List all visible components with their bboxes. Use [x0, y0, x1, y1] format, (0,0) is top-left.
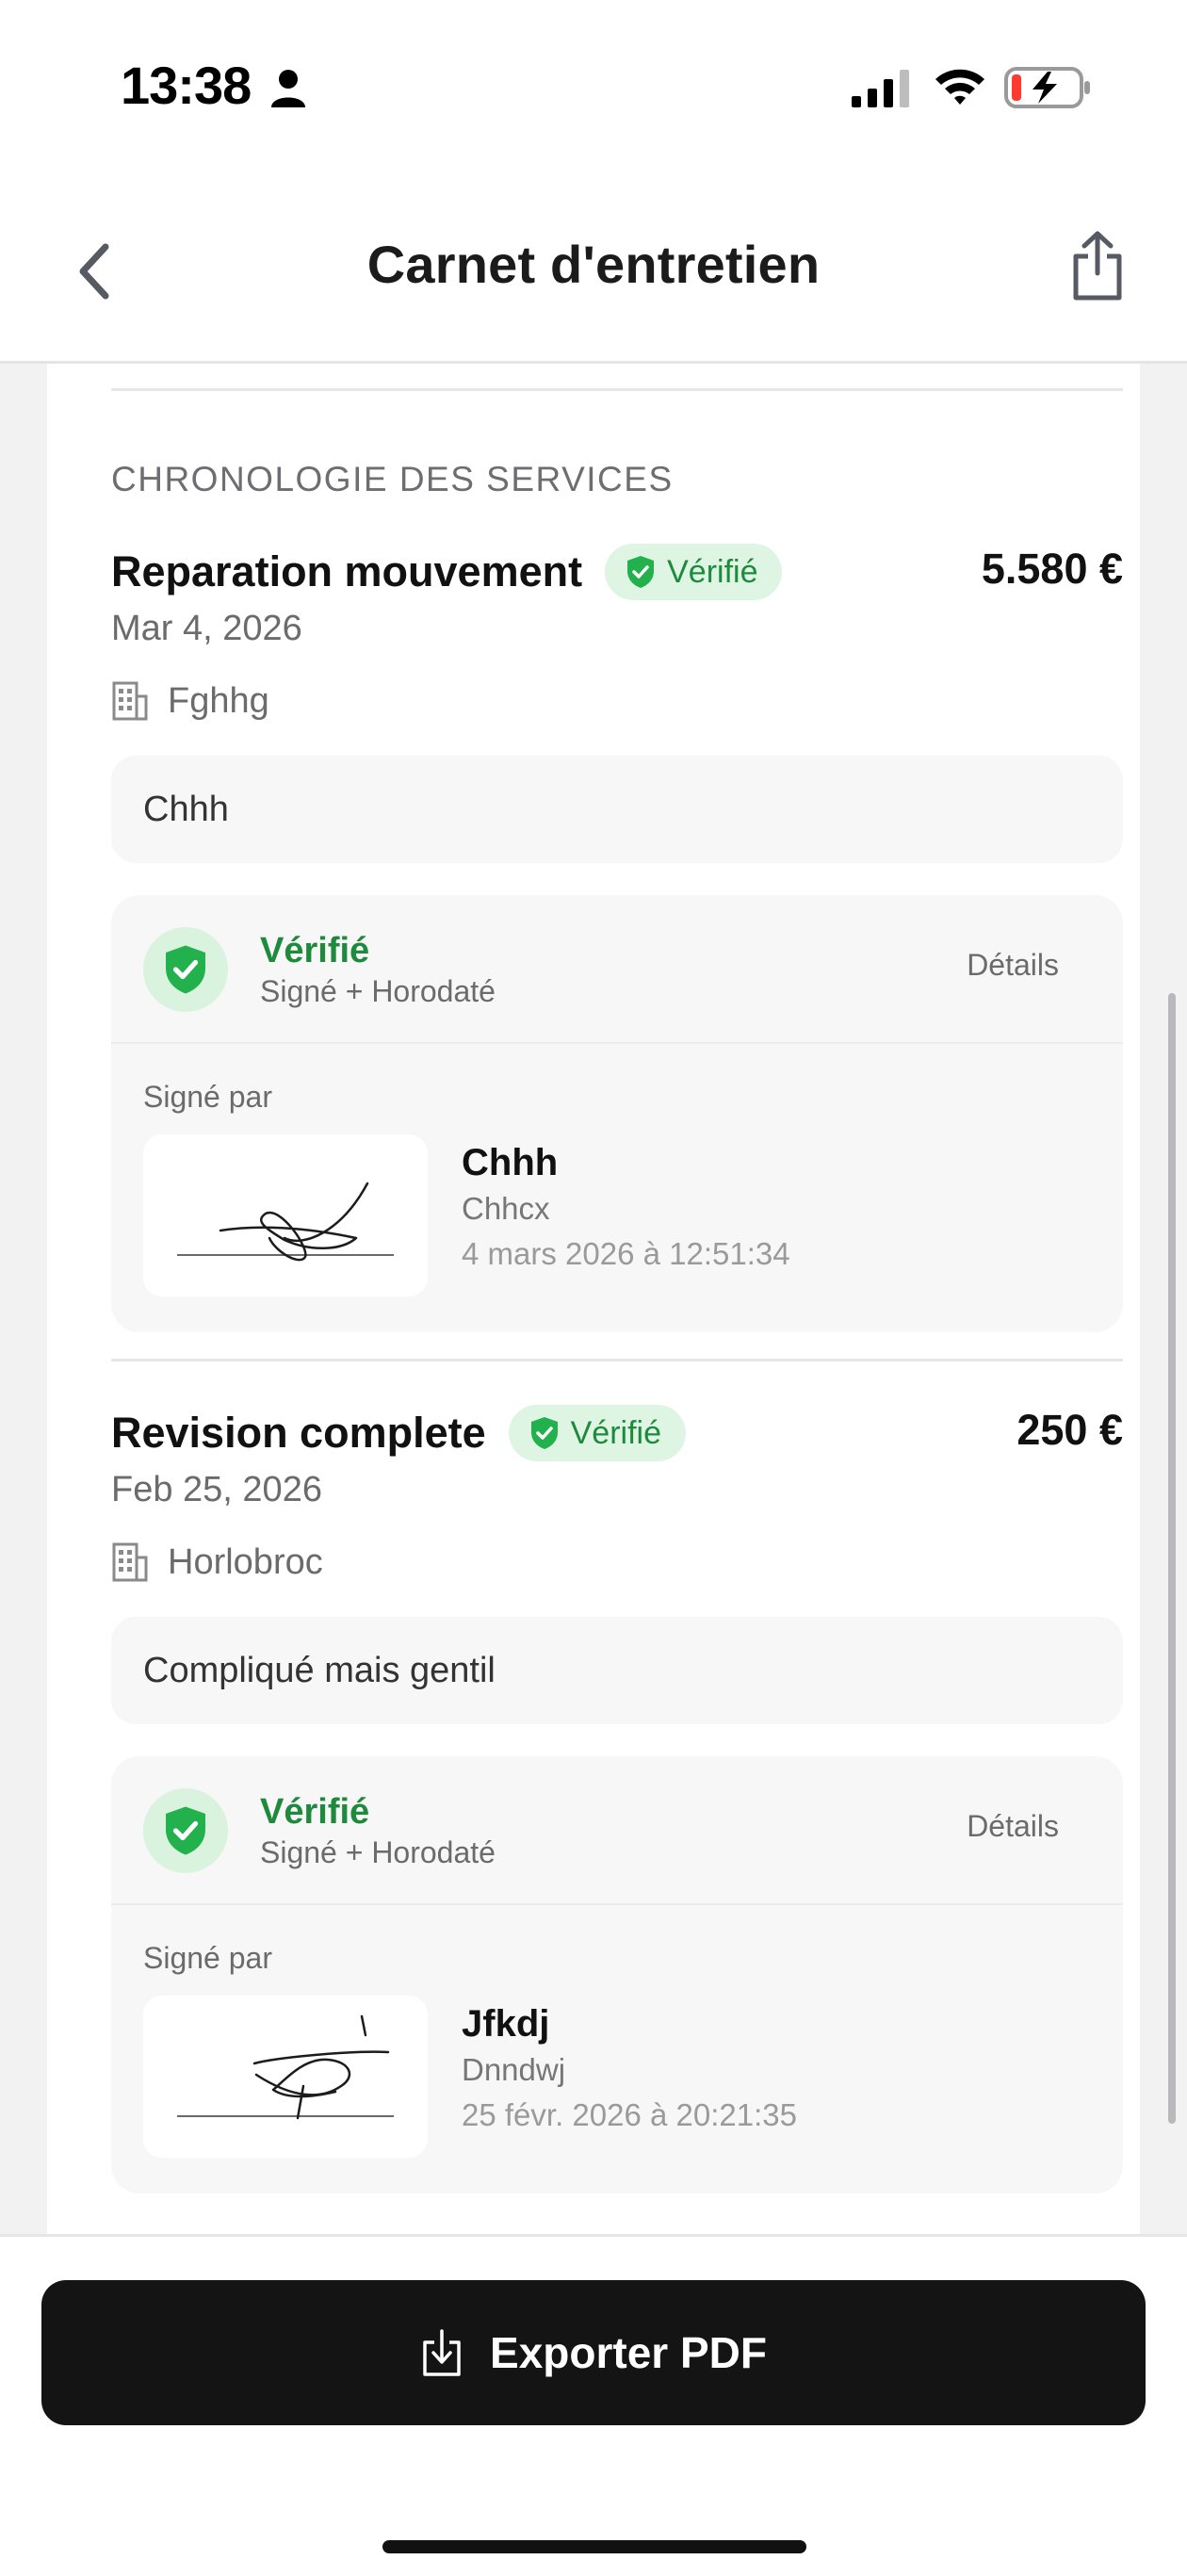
service-notes: Compliqué mais gentil	[111, 1617, 1123, 1724]
share-button[interactable]	[1065, 226, 1130, 305]
service-notes: Chhh	[111, 756, 1123, 863]
shield-check-icon	[166, 1806, 205, 1855]
download-icon	[423, 2329, 461, 2376]
shield-check-icon	[627, 556, 655, 588]
building-icon	[112, 1542, 148, 1582]
building-icon	[112, 681, 148, 721]
section-title: CHRONOLOGIE DES SERVICES	[111, 460, 674, 498]
verification-status-row: Vérifié Signé + Horodaté Détails	[111, 895, 1123, 1044]
person-icon	[271, 70, 305, 107]
status-time: 13:38	[121, 56, 252, 115]
verification-title: Vérifié	[260, 1792, 370, 1832]
wifi-icon	[935, 69, 984, 105]
app-screen: 13:38 Carnet d'entretien CHRONOLOGIE DES…	[0, 0, 1187, 2576]
battery-charging-icon	[1004, 67, 1090, 108]
bottom-action-bar: Exporter PDF	[0, 2234, 1187, 2576]
signer-role: Dnndwj	[462, 2052, 566, 2087]
service-title: Revision complete	[111, 1409, 486, 1457]
verified-badge: Vérifié	[605, 544, 783, 600]
service-date: Feb 25, 2026	[111, 1470, 322, 1509]
signature-panel: Vérifié Signé + Horodaté Détails Signé p…	[111, 1756, 1123, 2193]
signature-timestamp: 4 mars 2026 à 12:51:34	[462, 1236, 790, 1271]
service-title: Reparation mouvement	[111, 547, 583, 595]
verified-shield	[143, 927, 228, 1012]
shield-check-icon	[166, 945, 205, 994]
signature-image	[143, 1996, 428, 2158]
divider	[111, 1359, 1123, 1361]
verified-badge-label: Vérifié	[570, 1414, 661, 1451]
verification-subtitle: Signé + Horodaté	[260, 974, 496, 1008]
workshop-row: Fghhg	[111, 680, 269, 722]
service-history-card: CHRONOLOGIE DES SERVICES Reparation mouv…	[47, 364, 1140, 2234]
details-link[interactable]: Détails	[967, 948, 1059, 983]
signer-name: Jfkdj	[462, 2003, 550, 2045]
verified-badge: Vérifié	[508, 1405, 686, 1461]
service-price: 5.580 €	[981, 545, 1123, 593]
signed-by-label: Signé par	[143, 1941, 272, 1975]
service-date: Mar 4, 2026	[111, 609, 302, 648]
share-icon	[1073, 231, 1122, 301]
signed-by-label: Signé par	[143, 1080, 272, 1114]
workshop-row: Horlobroc	[111, 1541, 323, 1583]
signer-name: Chhh	[462, 1142, 559, 1183]
verification-subtitle: Signé + Horodaté	[260, 1835, 496, 1869]
signature-image	[143, 1134, 428, 1296]
handwritten-signature	[177, 1182, 394, 1262]
content-scroll-area[interactable]: CHRONOLOGIE DES SERVICES Reparation mouv…	[0, 364, 1187, 2234]
verification-status-row: Vérifié Signé + Horodaté Détails	[111, 1756, 1123, 1905]
scrollbar[interactable]	[1168, 993, 1176, 2124]
divider	[111, 388, 1123, 391]
service-title-row: Revision complete Vérifié	[111, 1404, 686, 1462]
service-price: 250 €	[1016, 1406, 1123, 1454]
cellular-signal-icon	[852, 70, 909, 107]
status-bar: 13:38	[0, 0, 1187, 179]
service-title-row: Reparation mouvement Vérifié	[111, 543, 783, 601]
verified-badge-label: Vérifié	[667, 553, 758, 590]
shield-check-icon	[530, 1417, 558, 1449]
workshop-name: Fghhg	[168, 680, 269, 721]
details-link[interactable]: Détails	[967, 1809, 1059, 1844]
page-title: Carnet d'entretien	[366, 235, 821, 294]
signer-role: Chhcx	[462, 1191, 550, 1226]
signature-timestamp: 25 févr. 2026 à 20:21:35	[462, 2097, 797, 2132]
workshop-name: Horlobroc	[168, 1541, 323, 1582]
nav-header: Carnet d'entretien	[0, 179, 1187, 364]
handwritten-signature	[177, 2014, 394, 2120]
verification-title: Vérifié	[260, 931, 370, 970]
signature-panel: Vérifié Signé + Horodaté Détails Signé p…	[111, 895, 1123, 1332]
home-indicator[interactable]	[382, 2540, 806, 2553]
export-pdf-button[interactable]: Exporter PDF	[41, 2280, 1146, 2425]
export-pdf-label: Exporter PDF	[490, 2328, 767, 2377]
verified-shield	[143, 1788, 228, 1873]
